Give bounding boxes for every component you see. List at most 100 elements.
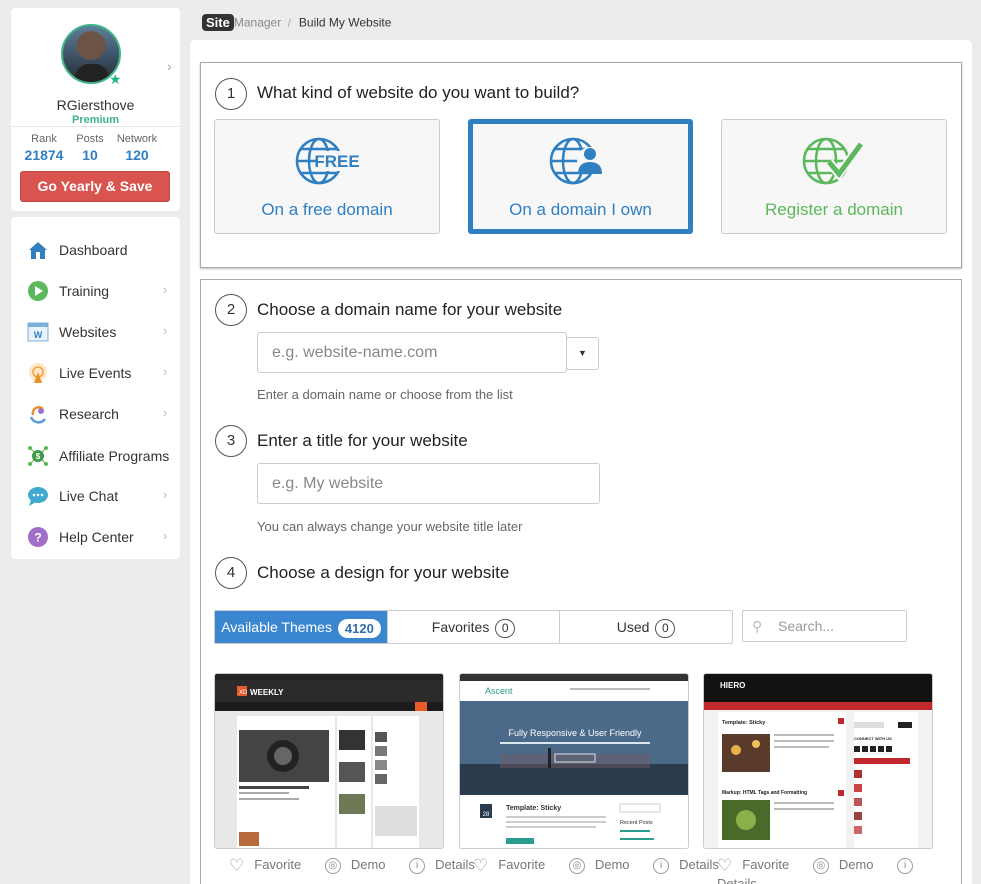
svg-text:FREE: FREE bbox=[314, 152, 359, 171]
step-title: Choose a domain name for your website bbox=[257, 300, 563, 319]
play-icon bbox=[28, 281, 48, 301]
theme-preview: HIERO Template: Sticky Markup: HTML Tags… bbox=[704, 674, 932, 848]
sidebar-item-label: Websites bbox=[59, 324, 117, 340]
chevron-right-icon: › bbox=[163, 364, 168, 379]
demo-button[interactable]: ◎ Demo bbox=[568, 857, 640, 874]
tab-count: 0 bbox=[495, 618, 516, 638]
theme-card-hiero[interactable]: HIERO Template: Sticky Markup: HTML Tags… bbox=[703, 673, 933, 849]
svg-text:Markup: HTML Tags and Formatti: Markup: HTML Tags and Formatting bbox=[722, 790, 807, 796]
step-number: 2 bbox=[215, 294, 247, 326]
free-globe-icon: FREE bbox=[295, 137, 360, 185]
svg-text:CONNECT WITH US: CONNECT WITH US bbox=[854, 736, 892, 741]
demo-button[interactable]: ◎ Demo bbox=[812, 857, 884, 874]
theme-preview: XD WEEKLY bbox=[215, 674, 443, 848]
svg-text:Recent Posts: Recent Posts bbox=[620, 820, 653, 826]
tab-available-themes[interactable]: Available Themes 4120 bbox=[215, 611, 388, 643]
info-icon: i bbox=[409, 858, 426, 874]
chevron-right-icon[interactable]: › bbox=[167, 58, 172, 74]
sidebar-item-live-chat[interactable]: Live Chat › bbox=[11, 477, 180, 515]
svg-text:Template: Sticky: Template: Sticky bbox=[722, 720, 766, 726]
breadcrumb-manager[interactable]: Manager bbox=[234, 16, 281, 30]
search-icon: ⚲ bbox=[752, 618, 763, 634]
sidebar-item-live-events[interactable]: Live Events › bbox=[11, 354, 180, 392]
divider bbox=[11, 126, 180, 127]
help-icon: ? bbox=[28, 527, 48, 547]
step-number: 4 bbox=[215, 557, 247, 589]
breadcrumb-separator: / bbox=[287, 15, 291, 30]
sidebar-item-label: Dashboard bbox=[59, 242, 128, 258]
theme-preview: Ascent Fully Responsive & User Friendly … bbox=[460, 674, 688, 848]
domain-dropdown-button[interactable]: ▼ bbox=[566, 337, 599, 370]
svg-text:28: 28 bbox=[483, 812, 490, 818]
sidebar-item-affiliate-programs[interactable]: $ Affiliate Programs bbox=[11, 437, 180, 475]
theme-card-ascent[interactable]: Ascent Fully Responsive & User Friendly … bbox=[459, 673, 689, 849]
website-title-input[interactable]: e.g. My website bbox=[257, 463, 600, 504]
chevron-right-icon: › bbox=[163, 282, 168, 297]
steps-panel: 2 Choose a domain name for your website … bbox=[200, 279, 962, 884]
chat-icon bbox=[28, 487, 48, 506]
site-manager-logo[interactable]: Site bbox=[202, 14, 234, 31]
sidebar-item-dashboard[interactable]: Dashboard bbox=[11, 231, 180, 269]
step-title: What kind of website do you want to buil… bbox=[257, 83, 580, 102]
option-label: On a free domain bbox=[261, 200, 393, 219]
stat-label: Rank bbox=[31, 133, 57, 145]
theme-actions: ♡Favorite ◎Demo iDetails bbox=[229, 856, 495, 878]
tab-label: Used bbox=[616, 619, 650, 635]
globe-icon: ◎ bbox=[568, 858, 585, 874]
stat-network: Network 120 bbox=[112, 133, 162, 163]
info-icon: i bbox=[653, 858, 670, 874]
star-icon: ★ bbox=[109, 71, 122, 87]
svg-text:HIERO: HIERO bbox=[720, 681, 745, 690]
sidebar-item-label: Live Chat bbox=[59, 488, 119, 504]
theme-card-weekly[interactable]: XD WEEKLY bbox=[214, 673, 444, 849]
chevron-right-icon: › bbox=[163, 323, 168, 338]
favorite-button[interactable]: ♡ Favorite bbox=[717, 856, 799, 875]
theme-actions: ♡Favorite ◎Demo iDetails bbox=[473, 856, 739, 878]
caret-down-icon: ▼ bbox=[578, 348, 587, 358]
breadcrumb-current: Build My Website bbox=[298, 15, 392, 30]
sidebar-item-research[interactable]: Research › bbox=[11, 395, 180, 433]
affiliate-icon: $ bbox=[28, 446, 48, 466]
step-number: 1 bbox=[215, 78, 247, 110]
heart-icon: ♡ bbox=[473, 856, 489, 875]
person-globe-icon bbox=[549, 137, 603, 185]
go-yearly-button[interactable]: Go Yearly & Save bbox=[20, 171, 170, 202]
broadcast-icon bbox=[29, 363, 47, 383]
svg-text:?: ? bbox=[34, 531, 41, 545]
info-icon: i bbox=[897, 858, 914, 874]
tab-used[interactable]: Used 0 bbox=[560, 611, 732, 643]
heart-icon: ♡ bbox=[717, 856, 733, 875]
step1-panel: 1 What kind of website do you want to bu… bbox=[200, 62, 962, 268]
sidebar-item-websites[interactable]: W Websites › bbox=[11, 313, 180, 351]
svg-text:$: $ bbox=[36, 452, 41, 461]
option-label: Register a domain bbox=[765, 200, 903, 219]
stat-value: 21874 bbox=[24, 147, 64, 163]
free-domain-option[interactable]: FREE On a free domain bbox=[214, 119, 440, 234]
breadcrumb: Site Manager / Build My Website bbox=[202, 14, 391, 34]
search-placeholder: Search... bbox=[778, 618, 835, 634]
tab-label: Available Themes bbox=[221, 619, 332, 635]
register-domain-option[interactable]: Register a domain bbox=[721, 119, 947, 234]
own-domain-option[interactable]: On a domain I own bbox=[468, 119, 693, 234]
svg-text:W: W bbox=[34, 330, 43, 340]
option-label: On a domain I own bbox=[509, 200, 652, 219]
title-help-text: You can always change your website title… bbox=[257, 519, 523, 534]
check-globe-icon bbox=[802, 137, 865, 185]
username[interactable]: RGiersthove bbox=[11, 97, 180, 113]
globe-icon: ◎ bbox=[324, 858, 341, 874]
tab-favorites[interactable]: Favorites 0 bbox=[388, 611, 560, 643]
sidebar-item-label: Help Center bbox=[59, 529, 134, 545]
domain-name-input[interactable]: e.g. website-name.com bbox=[257, 332, 567, 373]
sidebar-item-training[interactable]: Training › bbox=[11, 272, 180, 310]
demo-button[interactable]: ◎ Demo bbox=[324, 857, 396, 874]
globe-icon: ◎ bbox=[812, 858, 829, 874]
sidebar-item-help-center[interactable]: ? Help Center › bbox=[11, 518, 180, 556]
theme-search-input[interactable]: ⚲ Search... bbox=[742, 610, 907, 642]
membership-badge: Premium bbox=[71, 114, 120, 126]
favorite-button[interactable]: ♡ Favorite bbox=[473, 856, 555, 875]
stat-value: 120 bbox=[125, 147, 149, 163]
favorite-button[interactable]: ♡ Favorite bbox=[229, 856, 311, 875]
sidebar-item-label: Research bbox=[59, 406, 119, 422]
svg-text:XD: XD bbox=[239, 690, 248, 696]
tab-count: 0 bbox=[655, 618, 676, 638]
